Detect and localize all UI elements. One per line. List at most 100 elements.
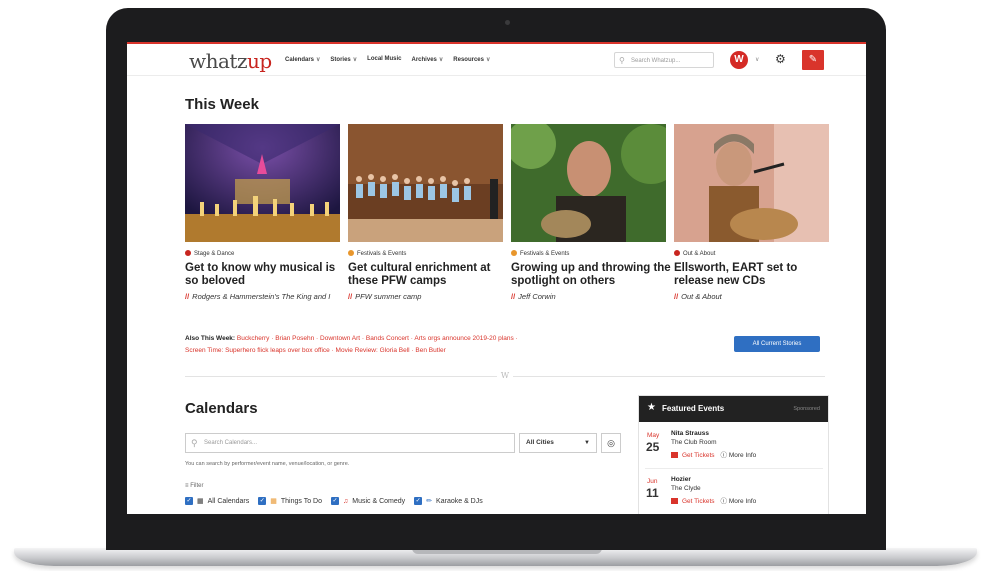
filter-label: Karaoke & DJs: [436, 497, 483, 505]
menu-item-calendars[interactable]: Calendars ∨: [285, 56, 320, 63]
category-dot: [185, 250, 191, 256]
filter-label: Filter: [190, 483, 204, 489]
story-headline[interactable]: Growing up and throwing the spotlight on…: [511, 262, 671, 288]
menu-label: Archives: [411, 57, 437, 63]
filter-things-to-do[interactable]: ✓ ▦ Things To Do: [258, 497, 322, 505]
slash-icon: //: [348, 292, 353, 301]
logo-accent-text: up: [247, 49, 272, 73]
menu-item-stories[interactable]: Stories ∨: [330, 56, 357, 63]
also-link[interactable]: Arts orgs announce 2019-20 plans: [414, 335, 513, 342]
info-icon: ⓘ: [720, 452, 728, 459]
story-headline[interactable]: Get to know why musical is so beloved: [185, 262, 345, 288]
filter-music-comedy[interactable]: ✓ ♫ Music & Comedy: [331, 497, 405, 505]
story-subtitle: //PFW summer camp: [348, 292, 506, 301]
category-label[interactable]: Stage & Dance: [185, 250, 234, 257]
event-actions: Get Tickets ⓘ More Info: [671, 449, 756, 459]
category-text: Stage & Dance: [194, 251, 235, 257]
category-label[interactable]: Out & About: [674, 250, 715, 257]
menu-item-resources[interactable]: Resources ∨: [453, 56, 490, 63]
star-icon: ★: [647, 402, 656, 413]
story-headline[interactable]: Ellsworth, EART set to release new CDs: [674, 262, 834, 288]
story-headline[interactable]: Get cultural enrichment at these PFW cam…: [348, 262, 508, 288]
event-venue: The Club Room: [671, 439, 717, 446]
all-current-stories-button[interactable]: All Current Stories: [734, 336, 820, 352]
story-image-stage: [185, 124, 340, 242]
search-icon: ⚲: [619, 56, 625, 65]
get-tickets-label: Get Tickets: [682, 498, 715, 505]
slash-icon: //: [674, 292, 679, 301]
story-image-choir: [348, 124, 503, 242]
story-image-portrait: [511, 124, 666, 242]
chevron-down-icon[interactable]: ∨: [755, 56, 759, 63]
site-search-input[interactable]: ⚲ Search Whatzup...: [614, 52, 714, 68]
category-dot: [511, 250, 517, 256]
story-subtitle-text: Jeff Corwin: [518, 292, 556, 301]
category-text: Out & About: [683, 251, 716, 257]
menu-label: Resources: [453, 57, 484, 63]
also-this-week: Also This Week: Buckcherry · Brian Poseh…: [185, 335, 518, 354]
site-logo[interactable]: whatzup: [189, 49, 272, 73]
more-info-link[interactable]: ⓘ More Info: [721, 452, 757, 459]
ticket-icon: [671, 498, 678, 504]
menu-item-local-music[interactable]: Local Music: [367, 56, 401, 63]
calendar-icon: ▦: [270, 498, 277, 505]
checkbox-checked-icon: ✓: [331, 497, 340, 505]
avatar[interactable]: W: [730, 51, 748, 69]
filter-all-calendars[interactable]: ✓ ▦ All Calendars: [185, 497, 249, 505]
also-link[interactable]: Ben Butler: [415, 347, 445, 354]
info-icon: ⓘ: [720, 498, 728, 505]
checkbox-checked-icon: ✓: [258, 497, 267, 505]
filter-toggle[interactable]: ≡ Filter: [185, 483, 204, 489]
gear-icon[interactable]: ⚙: [775, 52, 786, 66]
calendar-icon: ▦: [197, 498, 204, 505]
category-dot: [674, 250, 680, 256]
event-month: Jun: [647, 478, 658, 485]
chevron-down-icon: ▼: [584, 440, 590, 446]
filter-karaoke-djs[interactable]: ✓ ✏ Karaoke & DJs: [414, 497, 483, 505]
story-subtitle-text: Rodgers & Hammerstein's The King and I: [192, 292, 331, 301]
menu-label: Calendars: [285, 57, 315, 63]
get-tickets-label: Get Tickets: [682, 452, 715, 459]
more-info-link[interactable]: ⓘ More Info: [721, 498, 757, 505]
category-label[interactable]: Festivals & Events: [511, 250, 569, 257]
slash-icon: //: [511, 292, 516, 301]
event-venue: The Clyde: [671, 485, 701, 492]
camera-dot: [505, 20, 510, 25]
divider-logo-mark: W: [497, 371, 513, 380]
checkbox-checked-icon: ✓: [185, 497, 193, 505]
story-image-guitarist: [674, 124, 829, 242]
category-label[interactable]: Festivals & Events: [348, 250, 406, 257]
this-week-title: This Week: [185, 96, 259, 113]
event-name[interactable]: Nita Strauss: [671, 430, 709, 437]
chevron-down-icon: ∨: [316, 57, 321, 63]
also-link[interactable]: Movie Review: Gloria Bell: [336, 347, 410, 354]
get-tickets-link[interactable]: Get Tickets: [671, 498, 715, 505]
city-select[interactable]: All Cities ▼: [519, 433, 597, 453]
chevron-down-icon: ∨: [438, 57, 444, 63]
also-link[interactable]: Buckcherry: [237, 335, 270, 342]
event-name[interactable]: Hozier: [671, 476, 691, 483]
also-link[interactable]: Screen Time: Superhero flick leaps over …: [185, 347, 330, 354]
filter-label: Things To Do: [280, 497, 323, 505]
chevron-down-icon: ∨: [352, 57, 358, 63]
calendar-search-input[interactable]: ⚲ Search Calendars...: [185, 433, 515, 453]
edit-icon[interactable]: ✎: [802, 50, 824, 70]
city-select-value: All Cities: [526, 439, 554, 446]
logo-text: whatz: [189, 49, 248, 73]
menu-label: Stories: [330, 57, 351, 63]
microphone-icon: ✏: [426, 498, 433, 505]
also-link[interactable]: Bands Concert: [366, 335, 409, 342]
featured-event-item[interactable]: May 25 Nita Strauss The Club Room Get Ti…: [639, 424, 828, 468]
event-day: 25: [646, 440, 660, 454]
menu-item-archives[interactable]: Archives ∨: [412, 56, 444, 63]
get-tickets-link[interactable]: Get Tickets: [671, 452, 715, 459]
sponsored-label: Sponsored: [793, 406, 820, 412]
also-link[interactable]: Brian Posehn: [275, 335, 314, 342]
also-link[interactable]: Downtown Art: [320, 335, 360, 342]
calendar-filters: ✓ ▦ All Calendars ✓ ▦ Things To Do ✓ ♫ Music &…: [185, 497, 483, 505]
featured-event-item[interactable]: Jun 11 Hozier The Clyde Get Tickets ⓘ Mor…: [639, 470, 828, 514]
featured-events-header: ★ Featured Events Sponsored: [639, 396, 828, 422]
slash-icon: //: [185, 292, 190, 301]
location-target-icon[interactable]: ◎: [601, 433, 621, 453]
event-actions: Get Tickets ⓘ More Info: [671, 495, 756, 505]
